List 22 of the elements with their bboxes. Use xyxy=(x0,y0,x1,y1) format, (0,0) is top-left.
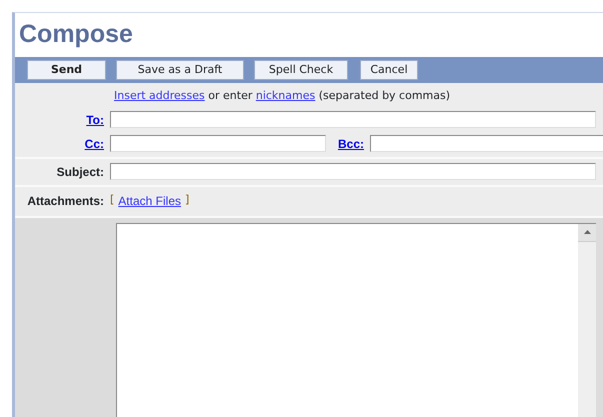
message-body-field[interactable] xyxy=(116,222,596,417)
bracket: ] xyxy=(185,192,190,208)
cc-field[interactable] xyxy=(110,135,326,152)
field-label: Attachments: xyxy=(27,194,104,208)
field-label: Subject: xyxy=(56,164,104,178)
attach-files-link[interactable]: Attach Files xyxy=(118,192,181,210)
toolbar-button[interactable]: Save as a Draft xyxy=(116,60,244,80)
page-title: Compose xyxy=(18,19,134,50)
bcc-field[interactable] xyxy=(370,135,603,152)
scroll-up-icon[interactable] xyxy=(578,224,596,242)
address-hint: Insert addresses or enter nicknames (separated by commas) xyxy=(114,88,450,104)
hint-link[interactable]: Insert addresses xyxy=(114,89,205,102)
to-field[interactable] xyxy=(110,111,596,128)
hint-link[interactable]: nicknames xyxy=(256,89,316,102)
field-label-link[interactable]: Cc: xyxy=(84,136,104,150)
bracket: [ xyxy=(110,192,114,208)
subject-field[interactable] xyxy=(110,163,596,180)
toolbar-button[interactable]: Spell Check xyxy=(254,60,348,80)
field-label-link[interactable]: Bcc: xyxy=(338,136,364,150)
toolbar-button[interactable]: Cancel xyxy=(360,60,418,80)
field-label-link[interactable]: To: xyxy=(86,112,104,126)
send-button[interactable]: Send xyxy=(27,60,106,80)
